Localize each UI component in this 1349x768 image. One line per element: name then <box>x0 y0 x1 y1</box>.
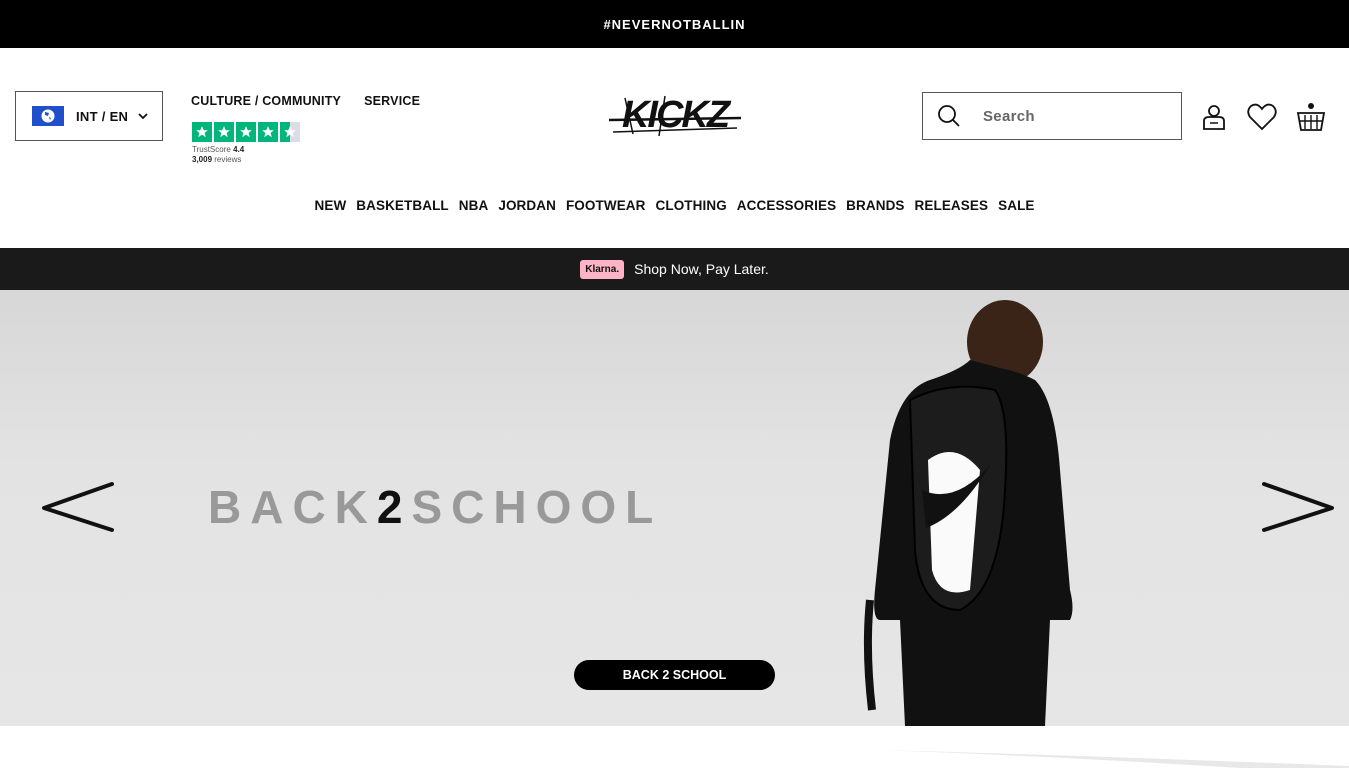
locale-selector[interactable]: INT / EN <box>15 91 163 141</box>
hero-model-image <box>860 290 1090 726</box>
next-slide-arrow-icon[interactable] <box>1258 480 1338 536</box>
trustpilot-stars <box>192 122 300 142</box>
locale-label: INT / EN <box>76 108 129 124</box>
klarna-banner[interactable]: Klarna. Shop Now, Pay Later. <box>0 248 1349 290</box>
nav-item-sale[interactable]: SALE <box>998 198 1034 213</box>
star-icon <box>192 122 212 142</box>
kickz-logo[interactable]: KICKZ <box>605 92 745 138</box>
klarna-text: Shop Now, Pay Later. <box>634 261 769 277</box>
star-icon <box>236 122 256 142</box>
trustscore-value: 4.4 <box>233 145 245 154</box>
hero-title: BACK2SCHOOL <box>208 480 662 534</box>
reviews-line: 3,009 reviews <box>192 155 300 165</box>
klarna-badge: Klarna. <box>580 259 625 279</box>
star-icon <box>214 122 234 142</box>
nav-item-new[interactable]: NEW <box>314 198 346 213</box>
hero-slider: BACK2SCHOOL BACK 2 SCHOOL <box>0 290 1349 726</box>
hero-title-right: SCHOOL <box>411 481 663 533</box>
reviews-count: 3,009 <box>192 155 213 164</box>
hero-title-left: BACK <box>208 481 377 533</box>
search-input[interactable]: Search <box>983 108 1035 125</box>
account-icon[interactable] <box>1199 102 1229 132</box>
site-header: INT / EN CULTURE / COMMUNITY SERVICE Tru… <box>0 48 1349 248</box>
main-nav: NEW BASKETBALL NBA JORDAN FOOTWEAR CLOTH… <box>0 198 1349 213</box>
nav-item-footwear[interactable]: FOOTWEAR <box>566 198 646 213</box>
service-link[interactable]: SERVICE <box>364 94 420 108</box>
promo-text: #NEVERNOTBALLIN <box>603 16 746 32</box>
nav-item-releases[interactable]: RELEASES <box>915 198 989 213</box>
back-2-school-button[interactable]: BACK 2 SCHOOL <box>574 660 775 690</box>
globe-icon <box>32 106 64 126</box>
nav-item-nba[interactable]: NBA <box>459 198 489 213</box>
nav-item-brands[interactable]: BRANDS <box>846 198 904 213</box>
star-icon <box>258 122 278 142</box>
search-icon <box>938 105 960 127</box>
cart-basket-icon[interactable] <box>1296 102 1326 132</box>
trustscore-label: TrustScore <box>192 145 231 154</box>
trustscore-line: TrustScore 4.4 <box>192 145 300 155</box>
culture-community-link[interactable]: CULTURE / COMMUNITY <box>191 94 341 108</box>
chevron-down-icon <box>138 112 148 119</box>
hero-title-number: 2 <box>376 481 412 533</box>
nav-item-basketball[interactable]: BASKETBALL <box>356 198 449 213</box>
promo-bar: #NEVERNOTBALLIN <box>0 0 1349 48</box>
prev-slide-arrow-icon[interactable] <box>38 480 118 536</box>
nav-item-clothing[interactable]: CLOTHING <box>656 198 727 213</box>
wishlist-heart-icon[interactable] <box>1247 102 1277 132</box>
reviews-label: reviews <box>214 155 242 164</box>
trustpilot-widget[interactable]: TrustScore 4.4 3,009 reviews <box>192 122 300 165</box>
nav-item-jordan[interactable]: JORDAN <box>498 198 556 213</box>
top-links: CULTURE / COMMUNITY SERVICE <box>191 94 420 108</box>
half-star-icon <box>280 122 300 142</box>
nav-item-accessories[interactable]: ACCESSORIES <box>737 198 836 213</box>
search-box[interactable]: Search <box>922 92 1182 140</box>
below-fold-section <box>0 726 1349 768</box>
